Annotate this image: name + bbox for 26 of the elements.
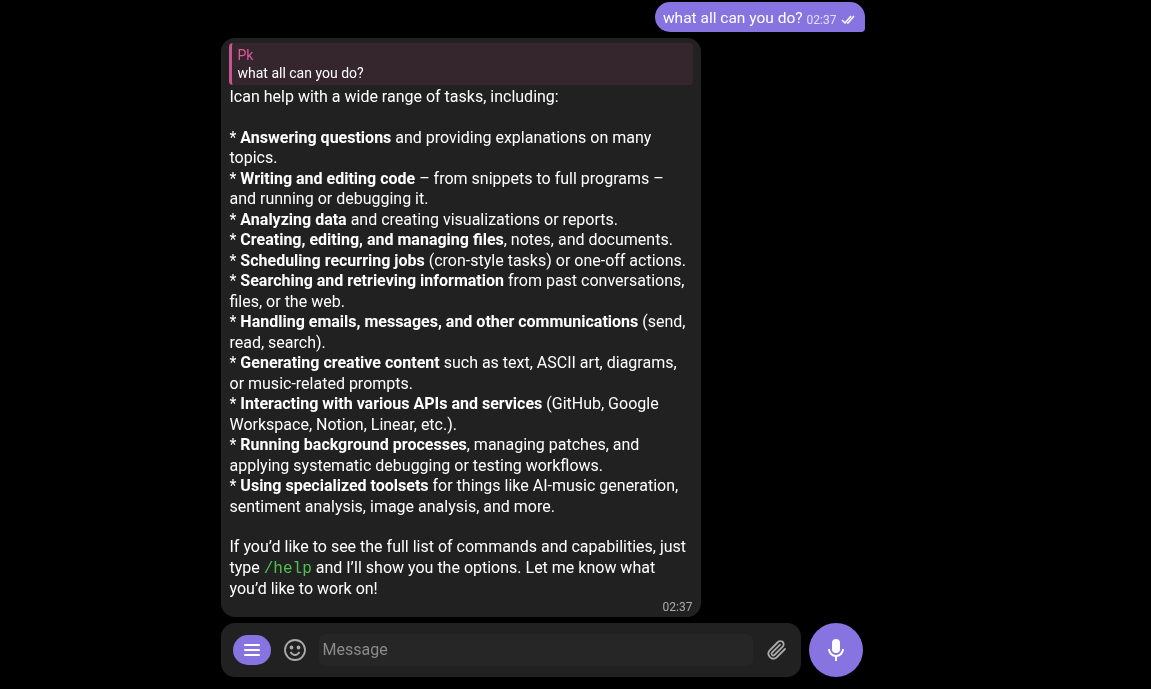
capability-item: *Answering questions and providing explanations on many topics. [229, 127, 653, 169]
capability-item: *Searching and retrieving information from past conversations, files, or the web. [229, 271, 686, 312]
microphone-icon [826, 637, 845, 662]
quote-author: Pk [237, 46, 254, 64]
command-code: /help [263, 559, 312, 578]
capability-item: *Handling emails, messages, and other communications (send, read, search). [229, 312, 687, 353]
message-text: Ican help with a wide range of tasks, including: [229, 87, 560, 108]
message-input[interactable]: Message [318, 633, 753, 666]
quoted-message[interactable]: Pk what all can you do? [228, 43, 693, 85]
capability-item: *Interacting with various APIs and services (GitHub, Google Workspace, Notion, Linear, etc.). [229, 394, 660, 435]
capability-item: *Analyzing data and creating visualizations or reports. [229, 209, 619, 230]
message-text: If you’d like to see the full list of commands and capabilities, just type /help and I’ll show you the options. Let me know what you’d like to work on! [229, 537, 688, 600]
capability-item: *Generating creative content such as text, ASCII art, diagrams, or music-related prompts. [229, 353, 678, 394]
capability-item: *Using specialized toolsets for things like AI-music generation, sentiment analysis, image analysis, and more. [229, 476, 680, 517]
message-time: 02:37 [806, 12, 837, 28]
capability-item: *Running background processes, managing patches, and applying systematic debugging or testing workflows. [229, 435, 641, 476]
quote-text: what all can you do? [237, 64, 364, 82]
emoji-icon[interactable] [282, 637, 307, 662]
message-text: what all can you do? [662, 8, 803, 28]
capability-item: *Writing and editing code – from snippets to full programs – and running or debugging it. [229, 168, 665, 210]
menu-button[interactable] [232, 634, 271, 665]
capability-item: *Scheduling recurring jobs (cron-style tasks) or one-off actions. [229, 250, 687, 271]
message-time: 02:37 [662, 599, 693, 614]
capability-item: *Creating, editing, and managing files, notes, and documents. [229, 230, 674, 251]
paperclip-icon[interactable] [764, 637, 789, 662]
menu-icon [243, 643, 260, 656]
